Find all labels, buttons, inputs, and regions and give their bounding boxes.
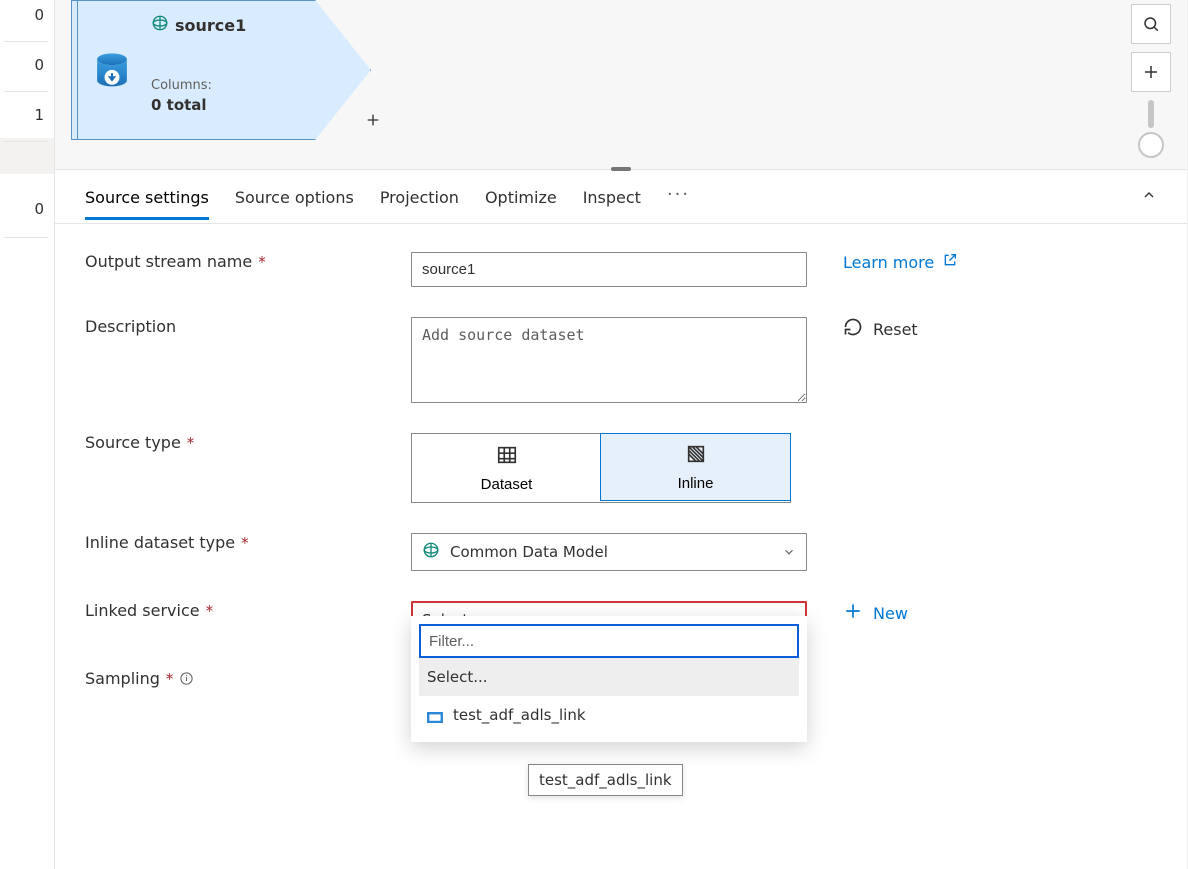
inline-icon <box>685 443 707 469</box>
tab-optimize[interactable]: Optimize <box>485 174 557 219</box>
inline-dataset-type-select[interactable]: Common Data Model <box>411 533 807 571</box>
description-label: Description <box>85 317 375 336</box>
option-tooltip: test_adf_adls_link <box>528 764 683 796</box>
output-stream-input[interactable] <box>411 252 807 287</box>
node-columns-value: 0 total <box>151 96 207 114</box>
source-type-dataset[interactable]: Dataset <box>412 434 601 502</box>
refresh-icon <box>843 317 863 341</box>
database-icon <box>95 52 129 92</box>
source-type-label: Source type* <box>85 433 375 452</box>
add-source-button[interactable] <box>1131 52 1171 92</box>
settings-tabs: Source settings Source options Projectio… <box>55 170 1187 224</box>
reset-button[interactable]: Reset <box>843 317 918 341</box>
tab-projection[interactable]: Projection <box>380 174 459 219</box>
dropdown-option-placeholder[interactable]: Select... <box>419 658 799 696</box>
gutter-selection <box>0 138 54 174</box>
learn-more-link[interactable]: Learn more <box>843 252 958 272</box>
flow-canvas[interactable]: source1 Columns: 0 total <box>55 0 1187 170</box>
node-columns-label: Columns: <box>151 78 212 93</box>
linked-service-icon <box>427 709 443 721</box>
dropdown-option-item[interactable]: test_adf_adls_link <box>419 696 799 734</box>
chevron-down-icon <box>782 545 796 559</box>
gutter-number: 0 <box>10 6 44 24</box>
node-title-text: source1 <box>175 16 246 35</box>
canvas-toolbar <box>1131 4 1171 158</box>
external-link-icon <box>942 252 958 272</box>
add-transform-button[interactable] <box>365 112 383 130</box>
dropdown-filter-input[interactable] <box>419 624 799 658</box>
inline-dataset-type-label: Inline dataset type* <box>85 533 375 552</box>
tab-overflow[interactable]: ··· <box>667 184 690 209</box>
tab-source-settings[interactable]: Source settings <box>85 174 209 219</box>
gutter-number: 1 <box>10 106 44 124</box>
gutter-number: 0 <box>10 200 44 218</box>
new-linked-service-button[interactable]: New <box>843 601 908 625</box>
tab-source-options[interactable]: Source options <box>235 174 354 219</box>
line-gutter: 0 0 1 0 <box>0 0 54 869</box>
description-input[interactable] <box>411 317 807 403</box>
cdm-icon <box>422 541 440 563</box>
linked-service-dropdown: Select... test_adf_adls_link <box>411 616 807 742</box>
source-settings-form: Output stream name* Learn more Descripti… <box>55 224 1187 716</box>
sampling-label: Sampling* <box>85 669 375 688</box>
info-icon[interactable] <box>179 671 194 686</box>
plus-icon <box>843 601 863 625</box>
source-type-inline[interactable]: Inline <box>600 433 791 501</box>
collapse-panel-button[interactable] <box>1141 187 1157 207</box>
search-button[interactable] <box>1131 4 1171 44</box>
tab-inspect[interactable]: Inspect <box>583 174 641 219</box>
cdm-icon <box>151 14 169 36</box>
zoom-slider-handle[interactable] <box>1138 132 1164 158</box>
gutter-number: 0 <box>10 56 44 74</box>
source-node[interactable]: source1 Columns: 0 total <box>63 0 375 140</box>
zoom-slider-track[interactable] <box>1148 100 1154 128</box>
output-stream-label: Output stream name* <box>85 252 375 271</box>
linked-service-label: Linked service* <box>85 601 375 620</box>
table-icon <box>496 444 518 470</box>
source-type-segment: Dataset Inline <box>411 433 791 503</box>
node-title: source1 <box>151 14 246 36</box>
